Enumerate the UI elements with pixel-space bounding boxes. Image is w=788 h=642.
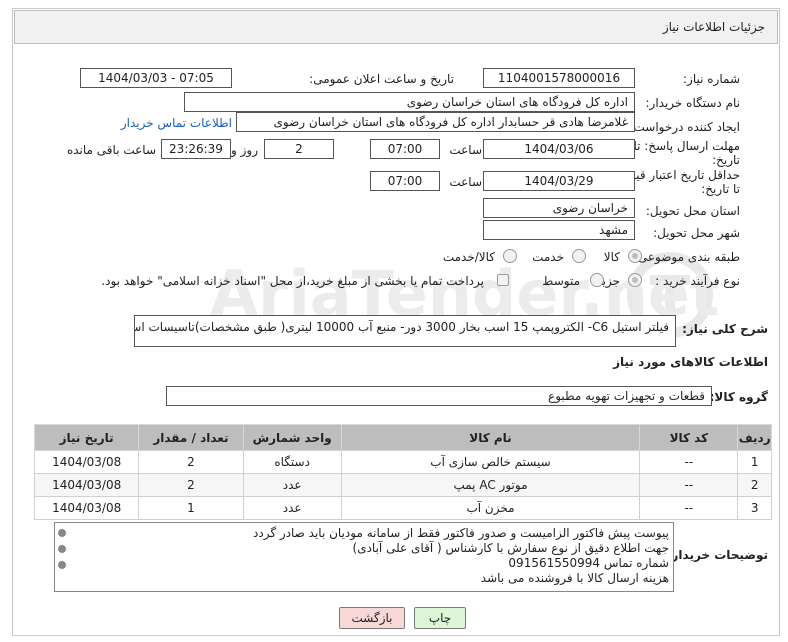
need-number-label: شماره نیاز: xyxy=(683,72,740,86)
print-button[interactable]: چاپ xyxy=(414,607,466,629)
scroll-dot-icon xyxy=(58,561,66,569)
note-line: هزینه ارسال کالا با فروشنده می باشد xyxy=(480,571,669,585)
validity-time-label: ساعت xyxy=(449,175,482,189)
goods-group-label: گروه کالا: xyxy=(709,390,768,404)
treasury-checkbox[interactable] xyxy=(497,274,509,286)
deadline-date-field: 1404/03/06 xyxy=(483,139,635,159)
description-label: شرح کلی نیاز: xyxy=(682,322,768,336)
category-label: طبقه بندی موضوعی: xyxy=(633,250,740,264)
scroll-dot-icon xyxy=(58,529,66,537)
cell-item-code: -- xyxy=(639,450,739,474)
cell-need-date: 1404/03/08 xyxy=(33,496,140,520)
col-row-number: ردیف xyxy=(737,424,772,451)
cell-unit: عدد xyxy=(242,496,342,520)
panel-title: جزئیات اطلاعات نیاز xyxy=(662,20,765,34)
deadline-time-label: ساعت xyxy=(449,143,482,157)
cell-item-name: مخزن آب xyxy=(340,496,641,520)
deadline-label-2: تاریخ: xyxy=(712,153,740,167)
goods-group-field: قطعات و تجهیزات تهویه مطبوع xyxy=(166,386,712,406)
cell-quantity: 2 xyxy=(138,450,244,474)
col-quantity: تعداد / مقدار xyxy=(138,424,244,451)
description-field[interactable]: فیلتر استیل C6- الکتروپمپ 15 اسب بخار 30… xyxy=(134,315,676,347)
cell-row-number: 2 xyxy=(737,473,772,497)
process-medium-radio[interactable] xyxy=(590,273,604,287)
days-field: 2 xyxy=(264,139,334,159)
cell-item-name: سیستم خالص سازی آب xyxy=(340,450,641,474)
cell-item-code: -- xyxy=(639,496,739,520)
cell-item-name: موتور AC پمپ xyxy=(340,473,641,497)
back-button[interactable]: بازگشت xyxy=(339,607,405,629)
province-field: خراسان رضوی xyxy=(483,198,635,218)
category-service-radio[interactable] xyxy=(572,249,586,263)
payment-note: پرداخت تمام یا بخشی از مبلغ خرید،از محل … xyxy=(101,274,484,288)
validity-date-field: 1404/03/29 xyxy=(483,171,635,191)
col-item-code: کد کالا xyxy=(639,424,739,451)
table-row: 1 -- سیستم خالص سازی آب دستگاه 2 1404/03… xyxy=(33,450,772,474)
table-header-row: ردیف کد کالا نام کالا واحد شمارش تعداد /… xyxy=(33,424,772,451)
days-label: روز و xyxy=(231,143,258,157)
category-goods-radio[interactable] xyxy=(628,249,642,263)
category-service-label: خدمت xyxy=(532,250,564,264)
city-field: مشهد xyxy=(483,220,635,240)
process-medium-label: متوسط xyxy=(542,274,580,288)
cell-quantity: 1 xyxy=(138,496,244,520)
remaining-time-field: 23:26:39 xyxy=(161,139,231,159)
need-number-field: 1104001578000016 xyxy=(483,68,635,88)
deadline-label: مهلت ارسال پاسخ: تا xyxy=(633,139,740,153)
col-item-name: نام کالا xyxy=(340,424,641,451)
category-both-radio[interactable] xyxy=(503,249,517,263)
deadline-time-field: 07:00 xyxy=(370,139,440,159)
table-row: 3 -- مخزن آب عدد 1 1404/03/08 xyxy=(33,496,772,520)
notes-scrollbar[interactable] xyxy=(55,523,69,591)
cell-quantity: 2 xyxy=(138,473,244,497)
cell-unit: عدد xyxy=(242,473,342,497)
announce-field: 1404/03/03 - 07:05 xyxy=(80,68,232,88)
cell-row-number: 1 xyxy=(737,450,772,474)
process-label: نوع فرآیند خرید : xyxy=(655,274,740,288)
buyer-notes-label: توضیحات خریدار: xyxy=(666,548,768,562)
buyer-contact-link[interactable]: اطلاعات تماس خریدار xyxy=(121,116,232,130)
items-table: ردیف کد کالا نام کالا واحد شمارش تعداد /… xyxy=(33,424,772,520)
cell-row-number: 3 xyxy=(737,496,772,520)
goods-info-title: اطلاعات کالاهای مورد نیاز xyxy=(613,355,768,369)
remaining-label: ساعت باقی مانده xyxy=(66,143,156,157)
col-need-date: تاریخ نیاز xyxy=(33,424,140,451)
note-line: پیوست پیش فاکتور الزامیست و صدور فاکتور … xyxy=(253,526,669,540)
buyer-org-label: نام دستگاه خریدار: xyxy=(645,96,741,110)
cell-need-date: 1404/03/08 xyxy=(33,473,140,497)
table-row: 2 -- موتور AC پمپ عدد 2 1404/03/08 xyxy=(33,473,772,497)
creator-field: غلامرضا هادی قر حسابدار اداره کل فرودگاه… xyxy=(236,112,635,132)
buyer-notes-box[interactable]: پیوست پیش فاکتور الزامیست و صدور فاکتور … xyxy=(54,522,674,592)
city-label: شهر محل تحویل: xyxy=(653,226,740,240)
note-line: شماره تماس 091561550994 xyxy=(508,556,669,570)
validity-label-2: تا تاریخ: xyxy=(701,182,740,196)
note-line: جهت اطلاع دقیق از نوع سفارش با کارشناس (… xyxy=(352,541,669,555)
cell-unit: دستگاه xyxy=(242,450,342,474)
buyer-org-field: اداره کل فرودگاه های استان خراسان رضوی xyxy=(184,92,635,112)
cell-item-code: -- xyxy=(639,473,739,497)
validity-time-field: 07:00 xyxy=(370,171,440,191)
panel-header: جزئیات اطلاعات نیاز xyxy=(14,10,778,44)
province-label: استان محل تحویل: xyxy=(645,204,740,218)
scroll-dot-icon xyxy=(58,545,66,553)
process-minor-radio[interactable] xyxy=(628,273,642,287)
creator-label: ایجاد کننده درخواست: xyxy=(629,120,740,134)
announce-label: تاریخ و ساعت اعلان عمومی: xyxy=(309,72,454,86)
category-both-label: کالا/خدمت xyxy=(442,250,495,264)
col-unit: واحد شمارش xyxy=(242,424,342,451)
category-goods-label: کالا xyxy=(603,250,620,264)
cell-need-date: 1404/03/08 xyxy=(33,450,140,474)
